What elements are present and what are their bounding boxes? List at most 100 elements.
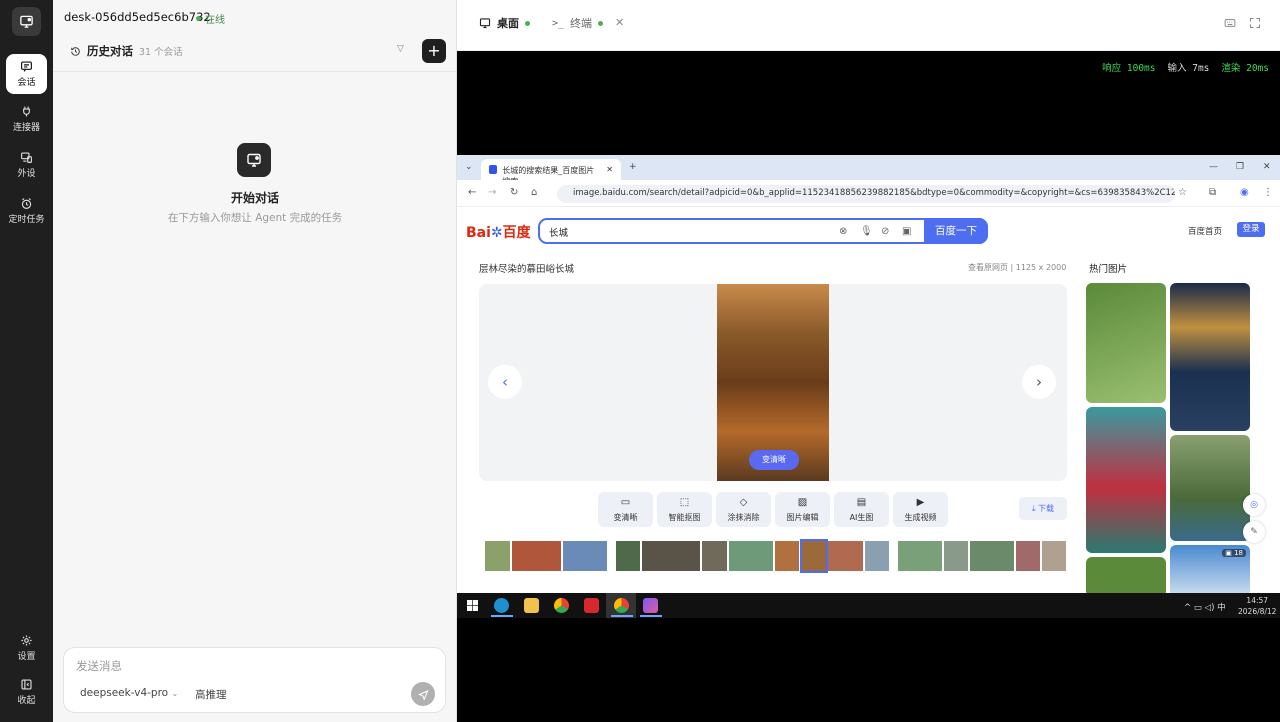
- thumbnail[interactable]: [865, 541, 889, 571]
- keyboard-icon[interactable]: [1224, 17, 1236, 29]
- baidu-search-button[interactable]: 百度一下: [924, 218, 988, 244]
- thumbnail[interactable]: [616, 541, 640, 571]
- file-explorer-icon[interactable]: [524, 598, 539, 613]
- hot-image[interactable]: ▣ 18: [1170, 545, 1250, 593]
- thumbnail[interactable]: [1016, 541, 1040, 571]
- thumbnail[interactable]: [642, 541, 700, 571]
- back-icon[interactable]: ←: [468, 187, 476, 198]
- thumbnail-selected[interactable]: [800, 539, 828, 573]
- message-input[interactable]: 发送消息: [76, 658, 122, 674]
- status-dot-icon: [525, 20, 530, 26]
- clear-icon[interactable]: ⊗: [839, 226, 847, 237]
- close-window-icon[interactable]: ✕: [1263, 162, 1271, 172]
- chevron-down-icon[interactable]: ▽: [397, 44, 404, 54]
- image-search-icon[interactable]: ▣: [902, 226, 911, 237]
- new-tab-icon[interactable]: +: [629, 162, 637, 172]
- clock-date: 2026/8/12: [1238, 607, 1277, 616]
- minimize-icon[interactable]: —: [1209, 162, 1218, 172]
- maximize-icon[interactable]: ❐: [1236, 162, 1244, 172]
- close-icon[interactable]: ✕: [615, 16, 624, 29]
- windows-start-icon[interactable]: [467, 600, 478, 611]
- forward-icon[interactable]: →: [488, 187, 496, 198]
- address-bar[interactable]: image.baidu.com/search/detail?adpicid=0&…: [557, 185, 1175, 203]
- tab-list-icon[interactable]: ⌄: [465, 162, 473, 172]
- prev-image-button[interactable]: ‹: [488, 365, 522, 399]
- hot-image[interactable]: [1170, 435, 1250, 541]
- home-icon[interactable]: ⌂: [531, 187, 537, 198]
- reload-icon[interactable]: ↻: [510, 187, 518, 198]
- thumbnail[interactable]: [828, 541, 863, 571]
- model-selector[interactable]: deepseek-v4-pro ⌄: [80, 687, 178, 699]
- rail-item-label: 会话: [17, 78, 36, 88]
- tool-edit[interactable]: ▨ 图片编辑: [775, 492, 830, 527]
- wps-icon[interactable]: [584, 598, 599, 613]
- rail-item-connectors[interactable]: 连接器: [6, 99, 47, 139]
- monitor-icon: [237, 143, 271, 177]
- hot-image[interactable]: [1086, 557, 1166, 593]
- thumbnail[interactable]: [1042, 541, 1066, 571]
- history-selector[interactable]: 历史对话 31 个会话: [70, 43, 183, 59]
- microphone-icon[interactable]: 🎙: [860, 226, 873, 237]
- assistant-icon[interactable]: ◎: [1243, 494, 1265, 516]
- profile-icon[interactable]: ◉: [1240, 187, 1249, 198]
- plug-icon: [23, 106, 30, 117]
- message-composer[interactable]: 发送消息 deepseek-v4-pro ⌄ 高推理: [63, 647, 446, 713]
- hot-image[interactable]: [1086, 407, 1166, 553]
- ime-indicator[interactable]: 中: [1217, 603, 1226, 613]
- edit-icon[interactable]: ✎: [1243, 521, 1265, 543]
- close-icon[interactable]: ✕: [606, 165, 613, 174]
- thumbnail[interactable]: [970, 541, 1014, 571]
- attach-icon[interactable]: ⊘: [881, 226, 889, 237]
- thumbnail[interactable]: [512, 541, 561, 571]
- tool-enhance[interactable]: ▭ 变清晰: [598, 492, 653, 527]
- thumbnail[interactable]: [944, 541, 968, 571]
- ai-app-icon[interactable]: [643, 598, 658, 613]
- chrome-active-icon[interactable]: [614, 598, 629, 613]
- tab-terminal[interactable]: >_ 终端: [552, 15, 604, 31]
- thumbnail[interactable]: [563, 541, 607, 571]
- remote-tabbar: 桌面 >_ 终端 ✕: [457, 0, 1280, 51]
- view-source-link[interactable]: 查看原网页: [968, 263, 1008, 272]
- fullscreen-icon[interactable]: [1249, 17, 1261, 29]
- edge-icon[interactable]: [494, 598, 509, 613]
- tool-erase[interactable]: ◇ 涂抹消除: [716, 492, 771, 527]
- thumbnail[interactable]: [775, 541, 799, 571]
- rail-item-scheduled-tasks[interactable]: 定时任务: [6, 191, 47, 231]
- image-title: 层林尽染的慕田峪长城: [479, 264, 575, 275]
- rail-item-settings[interactable]: 设置: [6, 628, 47, 668]
- taskbar-clock[interactable]: 14:57 2026/8/12: [1238, 595, 1276, 617]
- more-menu-icon[interactable]: ⋮: [1263, 187, 1273, 198]
- thumbnail[interactable]: [898, 541, 942, 571]
- thumbnail[interactable]: [729, 541, 773, 571]
- rail-item-peripherals[interactable]: 外设: [6, 145, 47, 185]
- extensions-icon[interactable]: ⧉: [1209, 187, 1216, 198]
- search-query[interactable]: 长城: [549, 225, 568, 239]
- new-chat-button[interactable]: +: [422, 39, 446, 63]
- reasoning-selector[interactable]: 高推理: [195, 687, 227, 702]
- send-button[interactable]: [411, 682, 435, 706]
- download-button[interactable]: ⤓ 下载: [1019, 497, 1067, 520]
- thumbnail[interactable]: [702, 541, 727, 571]
- rail-item-collapse[interactable]: 收起: [6, 672, 47, 712]
- app-logo-icon[interactable]: [12, 7, 41, 36]
- system-tray[interactable]: ^ ▭ ◁) 中: [1184, 601, 1226, 613]
- hot-image[interactable]: [1170, 283, 1250, 431]
- tab-desktop[interactable]: 桌面: [479, 15, 530, 31]
- baidu-logo[interactable]: Bai✲百度: [466, 222, 531, 242]
- enhance-button[interactable]: 变清晰: [749, 450, 799, 470]
- browser-tab[interactable]: 长城的搜索结果_百度图片搜索 ✕: [481, 159, 621, 186]
- tool-video[interactable]: ▶ 生成视频: [893, 492, 948, 527]
- next-image-button[interactable]: ›: [1022, 365, 1056, 399]
- login-button[interactable]: 登录: [1237, 222, 1265, 237]
- remote-browser-window[interactable]: ⌄ 长城的搜索结果_百度图片搜索 ✕ + — ❐ ✕ ← → ↻ ⌂ image…: [457, 155, 1280, 593]
- thumbnail[interactable]: [485, 541, 510, 571]
- baidu-search-box[interactable]: 长城 ⊗ 🎙 ⊘ ▣ 百度一下: [538, 218, 988, 244]
- tool-ai-image[interactable]: ▤ AI生图: [834, 492, 889, 527]
- hot-image[interactable]: [1086, 283, 1166, 403]
- baidu-home-link[interactable]: 百度首页: [1188, 225, 1222, 237]
- left-rail: 会话 连接器 外设 定时任务 设置 收起: [0, 0, 53, 722]
- tool-smart-cutout[interactable]: ⬚ 智能抠图: [657, 492, 712, 527]
- rail-item-chat[interactable]: 会话: [6, 54, 47, 94]
- bookmark-star-icon[interactable]: ☆: [1178, 187, 1187, 198]
- chrome-icon[interactable]: [554, 598, 569, 613]
